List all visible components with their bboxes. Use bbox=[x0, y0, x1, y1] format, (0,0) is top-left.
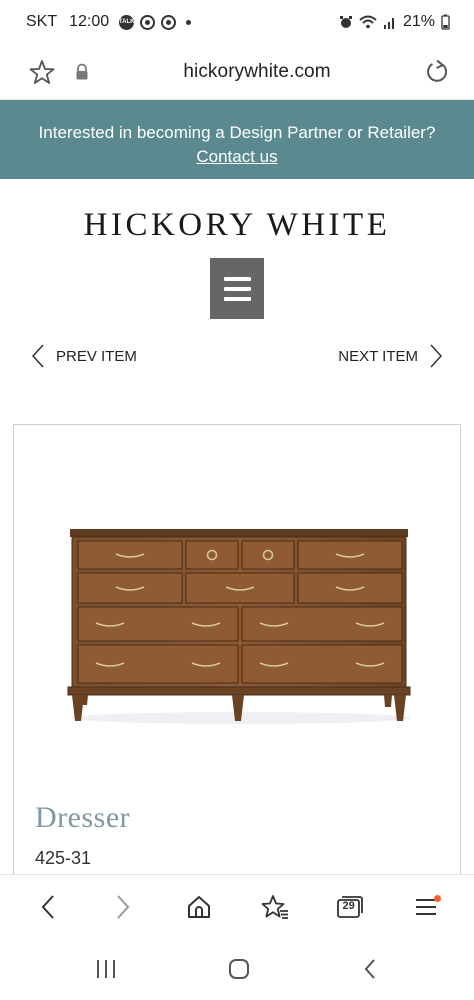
status-left: SKT 12:00 TALK bbox=[26, 13, 192, 31]
notification-ring-icon bbox=[140, 14, 156, 30]
url-field[interactable]: hickorywhite.com bbox=[90, 61, 424, 83]
system-navigation-bar bbox=[0, 938, 474, 1000]
bookmarks-icon bbox=[261, 894, 288, 919]
address-bar: hickorywhite.com bbox=[0, 44, 474, 100]
status-right: 21% bbox=[339, 13, 450, 31]
carrier-label: SKT bbox=[26, 13, 58, 30]
chevron-left-icon bbox=[31, 344, 44, 368]
product-sku: 425-31 bbox=[35, 848, 92, 868]
forward-button[interactable] bbox=[101, 885, 145, 929]
tabs-button[interactable]: 29 bbox=[328, 885, 372, 929]
more-notifications-dot-icon bbox=[186, 19, 192, 25]
site-logo[interactable]: HICKORY WHITE bbox=[0, 207, 474, 244]
item-navigation: PREV ITEM NEXT ITEM bbox=[0, 342, 474, 376]
battery-icon bbox=[441, 14, 450, 30]
banner-text: Interested in becoming a Design Partner … bbox=[38, 123, 436, 142]
partner-banner: Interested in becoming a Design Partner … bbox=[0, 100, 474, 179]
forward-icon bbox=[117, 894, 130, 919]
hamburger-line bbox=[223, 296, 251, 301]
browser-toolbar: 29 bbox=[0, 874, 474, 938]
star-icon[interactable] bbox=[28, 58, 56, 86]
notification-ring-icon bbox=[161, 14, 177, 30]
back-icon bbox=[41, 894, 54, 919]
bookmarks-button[interactable] bbox=[253, 885, 297, 929]
clock: 12:00 bbox=[69, 13, 110, 30]
lock-icon bbox=[76, 63, 88, 79]
contact-us-link[interactable]: Contact us bbox=[196, 144, 277, 170]
battery-percent: 21% bbox=[402, 13, 435, 30]
status-bar: SKT 12:00 TALK 21% bbox=[0, 0, 474, 44]
alarm-icon bbox=[339, 16, 352, 28]
product-title: Dresser bbox=[35, 801, 131, 834]
home-button[interactable] bbox=[177, 885, 221, 929]
next-item-label: NEXT ITEM bbox=[338, 347, 418, 365]
menu-notification-dot bbox=[434, 894, 442, 902]
prev-item-label: PREV ITEM bbox=[56, 347, 137, 365]
next-item-link[interactable]: NEXT ITEM bbox=[338, 342, 444, 370]
back-button-icon[interactable] bbox=[360, 957, 380, 981]
home-icon bbox=[188, 895, 211, 918]
prev-item-link[interactable]: PREV ITEM bbox=[30, 342, 137, 370]
product-card[interactable]: Dresser 425-31 bbox=[13, 424, 461, 904]
signal-icon bbox=[383, 18, 394, 29]
back-button[interactable] bbox=[26, 885, 70, 929]
home-button-icon[interactable] bbox=[227, 957, 251, 981]
hamburger-menu-button[interactable] bbox=[210, 258, 264, 319]
tab-count: 29 bbox=[342, 899, 355, 912]
reload-icon[interactable] bbox=[424, 59, 450, 85]
menu-button[interactable] bbox=[404, 885, 448, 929]
hamburger-menu-icon bbox=[223, 276, 251, 281]
wifi-icon bbox=[359, 15, 377, 29]
dresser-product-image[interactable] bbox=[66, 521, 416, 731]
chevron-right-icon bbox=[430, 344, 443, 368]
hamburger-line bbox=[223, 286, 251, 291]
talk-notification-icon: TALK bbox=[119, 14, 134, 30]
recent-apps-icon[interactable] bbox=[94, 958, 118, 980]
